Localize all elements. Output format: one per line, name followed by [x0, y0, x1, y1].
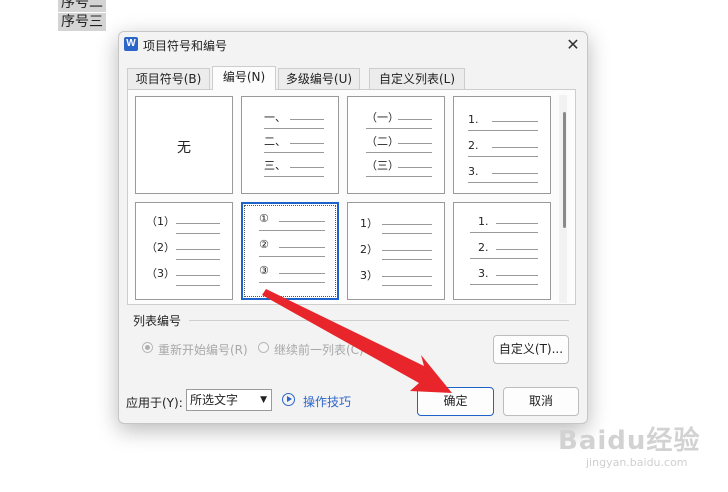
annotation-arrow-shape	[262, 289, 452, 393]
tab-numbering[interactable]: 编号(N)	[212, 66, 276, 90]
annotation-arrow	[262, 289, 452, 393]
baidu-watermark: Baidu经验	[558, 426, 701, 456]
baidu-watermark-url: jingyan.baidu.com	[586, 456, 688, 469]
